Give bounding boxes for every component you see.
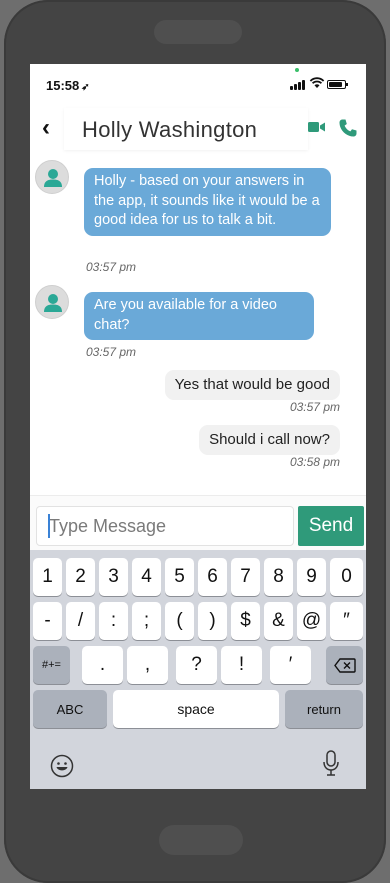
phone-frame: 15:58 ➶ ‹ Holly Washington Holly - based… [4, 0, 386, 883]
key[interactable]: 0 [330, 558, 363, 596]
backspace-icon [333, 657, 356, 673]
key[interactable]: ( [165, 602, 194, 640]
home-button[interactable] [159, 825, 243, 855]
key[interactable]: $ [231, 602, 260, 640]
message-timestamp: 03:57 pm [86, 345, 137, 359]
text-caret [48, 514, 50, 538]
message-bubble-incoming: Holly - based on your answers in the app… [84, 168, 331, 236]
message-timestamp: 03:58 pm [289, 455, 340, 469]
key[interactable]: ′ [270, 646, 311, 684]
send-button[interactable]: Send [298, 506, 364, 546]
key[interactable]: 6 [198, 558, 227, 596]
key[interactable]: . [82, 646, 123, 684]
key[interactable]: ) [198, 602, 227, 640]
chat-header: ‹ Holly Washington [30, 108, 366, 150]
privacy-indicator-icon [295, 68, 299, 72]
back-chevron-icon[interactable]: ‹ [42, 114, 50, 142]
key[interactable]: 3 [99, 558, 128, 596]
wifi-icon [309, 77, 325, 88]
key[interactable]: : [99, 602, 128, 640]
key[interactable]: 5 [165, 558, 194, 596]
key[interactable]: , [127, 646, 168, 684]
status-time-text: 15:58 [46, 78, 80, 93]
key[interactable]: ? [176, 646, 217, 684]
emoji-icon[interactable] [50, 754, 74, 778]
keyboard: 1 2 3 4 5 6 7 8 9 0 - / : ; ( ) $ & @ ″ … [30, 550, 366, 789]
speaker-grille [154, 20, 242, 44]
key[interactable]: ! [221, 646, 262, 684]
cellular-signal-icon [290, 80, 305, 90]
video-call-icon[interactable] [308, 120, 326, 134]
contact-avatar [35, 285, 69, 319]
message-bubble-incoming: Are you available for a video chat? [84, 292, 314, 340]
space-key[interactable]: space [113, 690, 279, 728]
return-key[interactable]: return [285, 690, 363, 728]
status-bar: 15:58 ➶ [30, 64, 366, 104]
status-time: 15:58 ➶ [46, 78, 90, 93]
title-box: Holly Washington [64, 108, 308, 150]
key[interactable]: @ [297, 602, 326, 640]
message-list[interactable]: Holly - based on your answers in the app… [30, 154, 366, 499]
key[interactable]: 7 [231, 558, 260, 596]
key[interactable]: ″ [330, 602, 363, 640]
contact-name: Holly Washington [82, 117, 258, 142]
key[interactable]: / [66, 602, 95, 640]
message-composer: Send [30, 495, 366, 553]
key[interactable]: 9 [297, 558, 326, 596]
person-icon [44, 294, 62, 312]
message-bubble-outgoing: Should i call now? [199, 425, 340, 455]
message-input[interactable] [36, 506, 294, 546]
key[interactable]: 8 [264, 558, 293, 596]
contact-avatar [35, 160, 69, 194]
person-icon [44, 169, 62, 187]
key[interactable]: ; [132, 602, 161, 640]
screen: 15:58 ➶ ‹ Holly Washington Holly - based… [30, 64, 366, 789]
message-timestamp: 03:57 pm [289, 400, 340, 414]
voice-call-icon[interactable] [338, 118, 358, 138]
location-arrow-icon: ➶ [81, 82, 90, 93]
key[interactable]: - [33, 602, 62, 640]
symbols-toggle-key[interactable]: #+= [33, 646, 70, 684]
key[interactable]: 2 [66, 558, 95, 596]
abc-key[interactable]: ABC [33, 690, 107, 728]
key[interactable]: & [264, 602, 293, 640]
delete-key[interactable] [326, 646, 363, 684]
key[interactable]: 4 [132, 558, 161, 596]
battery-icon [327, 80, 348, 89]
microphone-icon[interactable] [322, 750, 340, 778]
key[interactable]: 1 [33, 558, 62, 596]
message-timestamp: 03:57 pm [86, 260, 137, 274]
message-bubble-outgoing: Yes that would be good [164, 370, 340, 400]
